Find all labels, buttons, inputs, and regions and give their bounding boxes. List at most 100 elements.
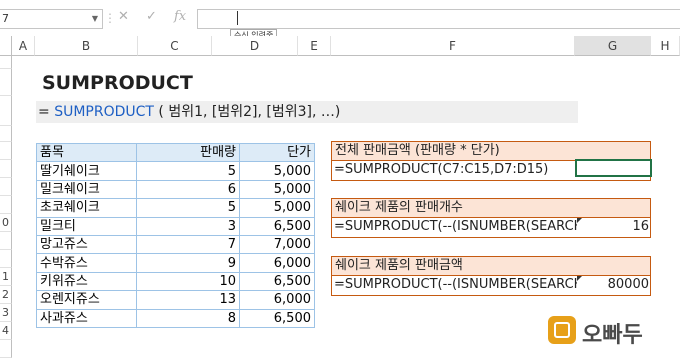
logo-icon: [548, 316, 576, 344]
cell-item[interactable]: 사과쥬스: [36, 308, 137, 328]
table-row: 밀크쉐이크 6 5,000: [36, 179, 315, 200]
cell-price[interactable]: 6,000: [239, 290, 315, 310]
row-header[interactable]: [0, 232, 12, 250]
name-box[interactable]: 7 ▼: [0, 9, 103, 29]
table-row: 망고쥬스 7 7,000: [36, 234, 315, 255]
syntax-function: SUMPRODUCT: [54, 104, 154, 120]
row-header[interactable]: [0, 126, 12, 142]
row-header[interactable]: [0, 142, 12, 160]
insert-function-icon[interactable]: fx: [174, 9, 186, 24]
cell-price[interactable]: 6,000: [239, 253, 315, 273]
row-header[interactable]: [0, 340, 12, 358]
row-header[interactable]: 1: [0, 268, 12, 286]
header-cell-item[interactable]: 품목: [36, 142, 137, 163]
row-header[interactable]: 2: [0, 286, 12, 304]
column-header-h[interactable]: H: [651, 36, 680, 56]
box-title[interactable]: 쉐이크 제품의 판매금액: [331, 256, 651, 275]
chevron-down-icon[interactable]: ▼: [92, 10, 98, 28]
table-row: 딸기쉐이크 5 5,000: [36, 161, 315, 181]
cell-item[interactable]: 밀크쉐이크: [36, 179, 137, 200]
header-cell-price[interactable]: 단가: [239, 142, 315, 163]
row-header-label: 3: [2, 306, 9, 319]
box-title[interactable]: 전체 판매금액 (판매량 * 단가): [331, 141, 651, 160]
row-header[interactable]: [0, 69, 12, 96]
column-header-b[interactable]: B: [35, 36, 138, 56]
row-header[interactable]: [0, 250, 12, 268]
column-header-g[interactable]: G: [575, 36, 651, 56]
row-header[interactable]: 4: [0, 322, 12, 340]
cell-price[interactable]: 5,000: [239, 198, 315, 218]
header-cell-qty[interactable]: 판매량: [136, 142, 240, 163]
cell-item[interactable]: 키위쥬스: [36, 271, 137, 292]
box-formula-row: =SUMPRODUCT(C7:C15,D7:D15): [331, 159, 652, 181]
total-sales-box: 전체 판매금액 (판매량 * 단가) =SUMPRODUCT(C7:C15,D7…: [331, 141, 652, 181]
shake-sales-box: 쉐이크 제품의 판매금액 =SUMPRODUCT(--(ISNUMBER(SEA…: [331, 256, 651, 296]
cell-item[interactable]: 망고쥬스: [36, 234, 137, 255]
select-all-corner[interactable]: [0, 36, 12, 56]
cell-qty[interactable]: 10: [136, 271, 240, 292]
cell-price[interactable]: 7,000: [239, 234, 315, 255]
separator-icon: ⋮: [104, 11, 116, 25]
sales-table: 품목 판매량 단가 딸기쉐이크 5 5,000 밀크쉐이크 6 5,000 초코…: [36, 142, 315, 328]
row-header-label: 2: [2, 288, 9, 301]
cancel-icon[interactable]: ✕: [118, 9, 129, 24]
row-header[interactable]: 3: [0, 304, 12, 322]
shake-count-box: 쉐이크 제품의 판매개수 =SUMPRODUCT(--(ISNUMBER(SEA…: [331, 198, 651, 238]
table-row: 사과쥬스 8 6,500: [36, 308, 315, 328]
cell-qty[interactable]: 5: [136, 198, 240, 218]
table-row: 수박쥬스 9 6,000: [36, 253, 315, 273]
row-header[interactable]: [0, 160, 12, 178]
cell-qty[interactable]: 8: [136, 308, 240, 328]
cell-price[interactable]: 5,000: [239, 179, 315, 200]
cell-qty[interactable]: 3: [136, 216, 240, 236]
table-header-row: 품목 판매량 단가: [36, 142, 315, 163]
cell-item[interactable]: 딸기쉐이크: [36, 161, 137, 181]
box-title[interactable]: 쉐이크 제품의 판매개수: [331, 198, 651, 217]
row-header-label: 1: [2, 270, 9, 283]
formula-cell[interactable]: =SUMPRODUCT(--(ISNUMBER(SEARCH: [334, 276, 577, 294]
row-header-label: 0: [2, 216, 9, 229]
formula-cell[interactable]: =SUMPRODUCT(C7:C15,D7:D15): [334, 161, 577, 179]
row-header[interactable]: [0, 196, 12, 214]
cell-price[interactable]: 6,500: [239, 308, 315, 328]
formula-cell[interactable]: =SUMPRODUCT(--(ISNUMBER(SEARCH: [334, 218, 577, 236]
cell-qty[interactable]: 5: [136, 161, 240, 181]
result-cell-selected[interactable]: [575, 159, 652, 177]
name-box-value: 7: [2, 12, 9, 25]
syntax-prefix: =: [38, 104, 55, 120]
table-row: 밀크티 3 6,500: [36, 216, 315, 236]
row-header[interactable]: [0, 178, 12, 196]
box-formula-row: =SUMPRODUCT(--(ISNUMBER(SEARCH 80000: [331, 275, 651, 296]
row-header-label: 4: [2, 324, 9, 337]
cell-price[interactable]: 6,500: [239, 271, 315, 292]
page-title: SUMPRODUCT: [42, 72, 193, 94]
cell-item[interactable]: 초코쉐이크: [36, 198, 137, 218]
cell-price[interactable]: 6,500: [239, 216, 315, 236]
column-header-f[interactable]: F: [331, 36, 575, 56]
result-cell[interactable]: 16: [577, 218, 649, 236]
cell-item[interactable]: 밀크티: [36, 216, 137, 236]
column-header-a[interactable]: A: [12, 36, 35, 56]
result-cell[interactable]: 80000: [577, 276, 649, 294]
cell-qty[interactable]: 9: [136, 253, 240, 273]
row-header[interactable]: [0, 96, 12, 126]
cell-qty[interactable]: 13: [136, 290, 240, 310]
text-cursor-icon: [237, 11, 238, 25]
cell-qty[interactable]: 6: [136, 179, 240, 200]
cell-item[interactable]: 오렌지쥬스: [36, 290, 137, 310]
row-header[interactable]: [0, 56, 12, 69]
table-row: 오렌지쥬스 13 6,000: [36, 290, 315, 310]
confirm-icon[interactable]: ✓: [146, 9, 157, 24]
cell-price[interactable]: 5,000: [239, 161, 315, 181]
formula-input[interactable]: [197, 9, 680, 29]
cell-item[interactable]: 수박쥬스: [36, 253, 137, 273]
column-header-c[interactable]: C: [138, 36, 212, 56]
syntax-args: ( 범위1, [범위2], [범위3], …): [153, 104, 341, 120]
column-header-d[interactable]: D: [212, 36, 298, 56]
cell-qty[interactable]: 7: [136, 234, 240, 255]
table-row: 키위쥬스 10 6,500: [36, 271, 315, 292]
table-row: 초코쉐이크 5 5,000: [36, 198, 315, 218]
column-header-e[interactable]: E: [298, 36, 331, 56]
logo-text: 오빠두: [582, 323, 643, 348]
row-header[interactable]: 0: [0, 214, 12, 232]
